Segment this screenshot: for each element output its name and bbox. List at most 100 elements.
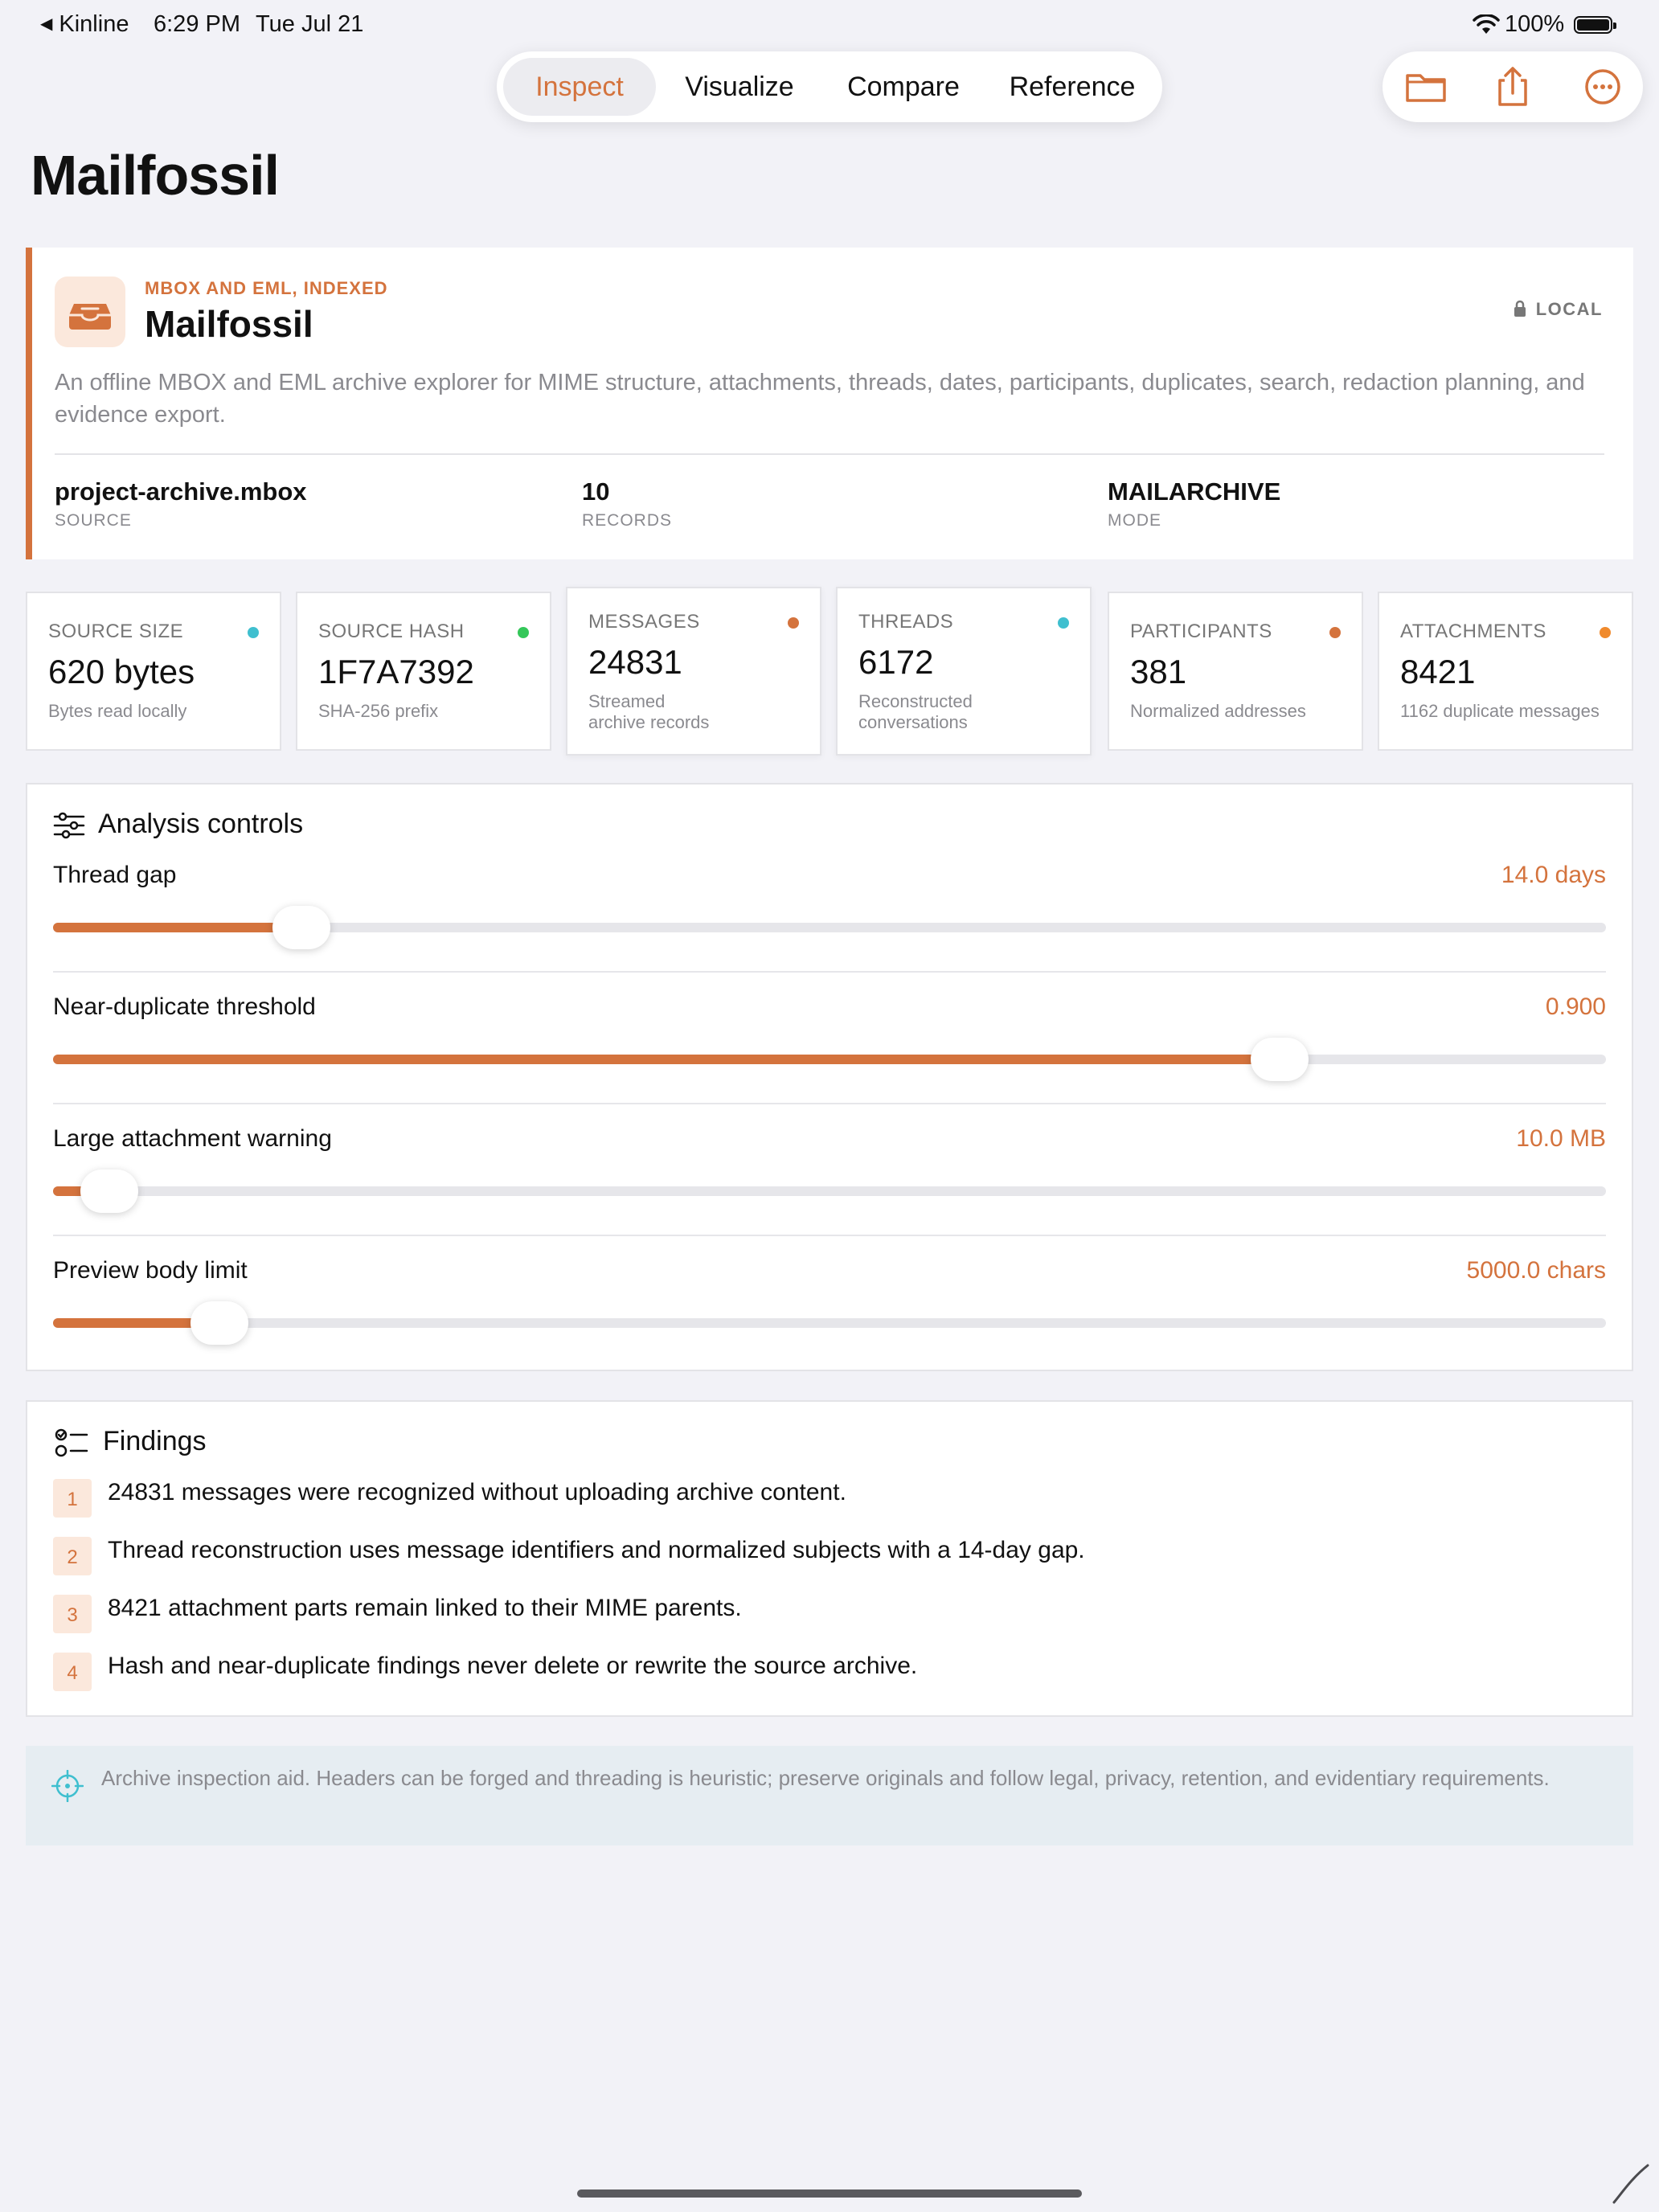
panel-title: Findings (103, 1426, 207, 1456)
status-dot (1058, 617, 1069, 629)
divider (53, 1103, 1606, 1104)
toolbar-actions (1382, 51, 1643, 122)
meta-mode-label: MODE (1108, 511, 1161, 530)
stat-value: 620 bytes (48, 653, 195, 690)
crosshair-icon (51, 1770, 84, 1802)
large-attachment-warning-label: Large attachment warning (53, 1125, 332, 1152)
battery-percent: 100% (1505, 11, 1565, 37)
archive-tray-icon (55, 276, 125, 347)
archive-description: An offline MBOX and EML archive explorer… (55, 370, 1585, 428)
local-badge-label: LOCAL (1535, 299, 1603, 319)
meta-source-value: project-archive.mbox (55, 477, 307, 506)
page-title: Mailfossil (31, 144, 280, 207)
finding-text: 24831 messages were recognized without u… (108, 1479, 846, 1505)
stat-threads: THREADS 6172 Reconstructed conversations (836, 587, 1092, 756)
disclaimer-text: Archive inspection aid. Headers can be f… (101, 1766, 1550, 1790)
meta-source-label: SOURCE (55, 511, 132, 530)
stat-caption: Bytes read locally (48, 701, 187, 721)
preview-body-limit-label: Preview body limit (53, 1257, 248, 1284)
stat-label: SOURCE SIZE (48, 621, 184, 642)
large-attachment-warning-slider[interactable] (53, 1169, 1606, 1213)
divider (55, 453, 1604, 455)
slider-thumb[interactable] (80, 1169, 138, 1213)
slider-thumb[interactable] (190, 1301, 248, 1345)
archive-format-label: MBOX AND EML, INDEXED (145, 278, 388, 298)
stat-messages: MESSAGES 24831 Streamed archive records (566, 587, 821, 756)
stat-caption: Normalized addresses (1130, 701, 1306, 721)
stat-label: PARTICIPANTS (1130, 621, 1272, 642)
stat-label: THREADS (858, 611, 954, 633)
stat-caption: Reconstructed conversations (858, 691, 973, 732)
meta-mode-value: MAILARCHIVE (1108, 477, 1281, 506)
status-dot (788, 617, 799, 629)
tab-visualize[interactable]: Visualize (661, 58, 818, 116)
sliders-icon (53, 812, 85, 839)
slider-thumb[interactable] (1251, 1038, 1309, 1081)
near-duplicate-threshold-label: Near-duplicate threshold (53, 993, 316, 1020)
stat-value: 24831 (588, 643, 682, 681)
finding-text: Thread reconstruction uses message ident… (108, 1537, 1085, 1563)
checklist-icon (55, 1428, 88, 1457)
home-indicator[interactable] (577, 2189, 1082, 2198)
stat-participants: PARTICIPANTS 381 Normalized addresses (1108, 592, 1363, 751)
back-app-label: Kinline (59, 11, 129, 37)
tab-compare[interactable]: Compare (823, 58, 984, 116)
findings-panel: Findings 1 24831 messages were recognize… (26, 1400, 1633, 1717)
finding-text: 8421 attachment parts remain linked to t… (108, 1595, 742, 1621)
stat-attachments: ATTACHMENTS 8421 1162 duplicate messages (1378, 592, 1633, 751)
thread-gap-value: 14.0 days (1501, 862, 1606, 888)
near-duplicate-threshold-slider[interactable] (53, 1038, 1606, 1081)
battery-icon (1574, 16, 1616, 34)
stat-value: 1F7A7392 (318, 653, 474, 690)
stat-value: 381 (1130, 653, 1187, 690)
tab-inspect[interactable]: Inspect (503, 58, 656, 116)
archive-name: Mailfossil (145, 303, 313, 345)
local-badge: LOCAL (1514, 299, 1603, 320)
status-dot (248, 627, 259, 638)
stat-caption: 1162 duplicate messages (1400, 701, 1600, 721)
status-dot (1600, 627, 1611, 638)
pencil-stroke-icon (1612, 2164, 1649, 2204)
more-icon[interactable] (1580, 64, 1625, 109)
analysis-controls-panel: Analysis controls Thread gap 14.0 days N… (26, 783, 1633, 1371)
finding-number: 1 (53, 1479, 92, 1518)
preview-body-limit-slider[interactable] (53, 1301, 1606, 1345)
view-switcher: Inspect Visualize Compare Reference (497, 51, 1162, 122)
finding-number: 2 (53, 1537, 92, 1575)
panel-title: Analysis controls (98, 809, 304, 839)
lock-icon (1514, 300, 1526, 317)
status-dot (1329, 627, 1341, 638)
divider (53, 971, 1606, 973)
status-time: 6:29 PM (154, 11, 240, 37)
meta-records-value: 10 (582, 477, 610, 506)
preview-body-limit-value: 5000.0 chars (1466, 1257, 1606, 1284)
meta-records-label: RECORDS (582, 511, 673, 530)
finding-number: 4 (53, 1653, 92, 1691)
tab-reference[interactable]: Reference (989, 58, 1156, 116)
stat-source-size: SOURCE SIZE 620 bytes Bytes read locally (26, 592, 281, 751)
large-attachment-warning-value: 10.0 MB (1516, 1125, 1606, 1152)
stat-source-hash: SOURCE HASH 1F7A7392 SHA-256 prefix (296, 592, 551, 751)
meta-source: project-archive.mbox SOURCE (55, 477, 307, 530)
near-duplicate-threshold-value: 0.900 (1545, 993, 1606, 1020)
meta-records: 10 RECORDS (582, 477, 672, 530)
stat-value: 6172 (858, 643, 934, 681)
status-dot (518, 627, 529, 638)
thread-gap-slider[interactable] (53, 906, 1606, 949)
back-to-app[interactable]: ◀ Kinline (40, 11, 129, 38)
stat-label: MESSAGES (588, 611, 700, 633)
card-accent-bar (26, 248, 32, 559)
stat-caption: Streamed archive records (588, 691, 710, 732)
thread-gap-label: Thread gap (53, 862, 177, 888)
stat-label: ATTACHMENTS (1400, 621, 1546, 642)
folder-icon[interactable] (1403, 64, 1448, 109)
finding-text: Hash and near-duplicate findings never d… (108, 1653, 918, 1679)
archive-summary-card: MBOX AND EML, INDEXED Mailfossil LOCAL A… (26, 248, 1633, 559)
stat-caption: SHA-256 prefix (318, 701, 439, 721)
share-icon[interactable] (1490, 64, 1535, 109)
status-date: Tue Jul 21 (256, 11, 364, 37)
stat-value: 8421 (1400, 653, 1476, 690)
slider-thumb[interactable] (272, 906, 331, 949)
finding-number: 3 (53, 1595, 92, 1633)
divider (53, 1235, 1606, 1236)
